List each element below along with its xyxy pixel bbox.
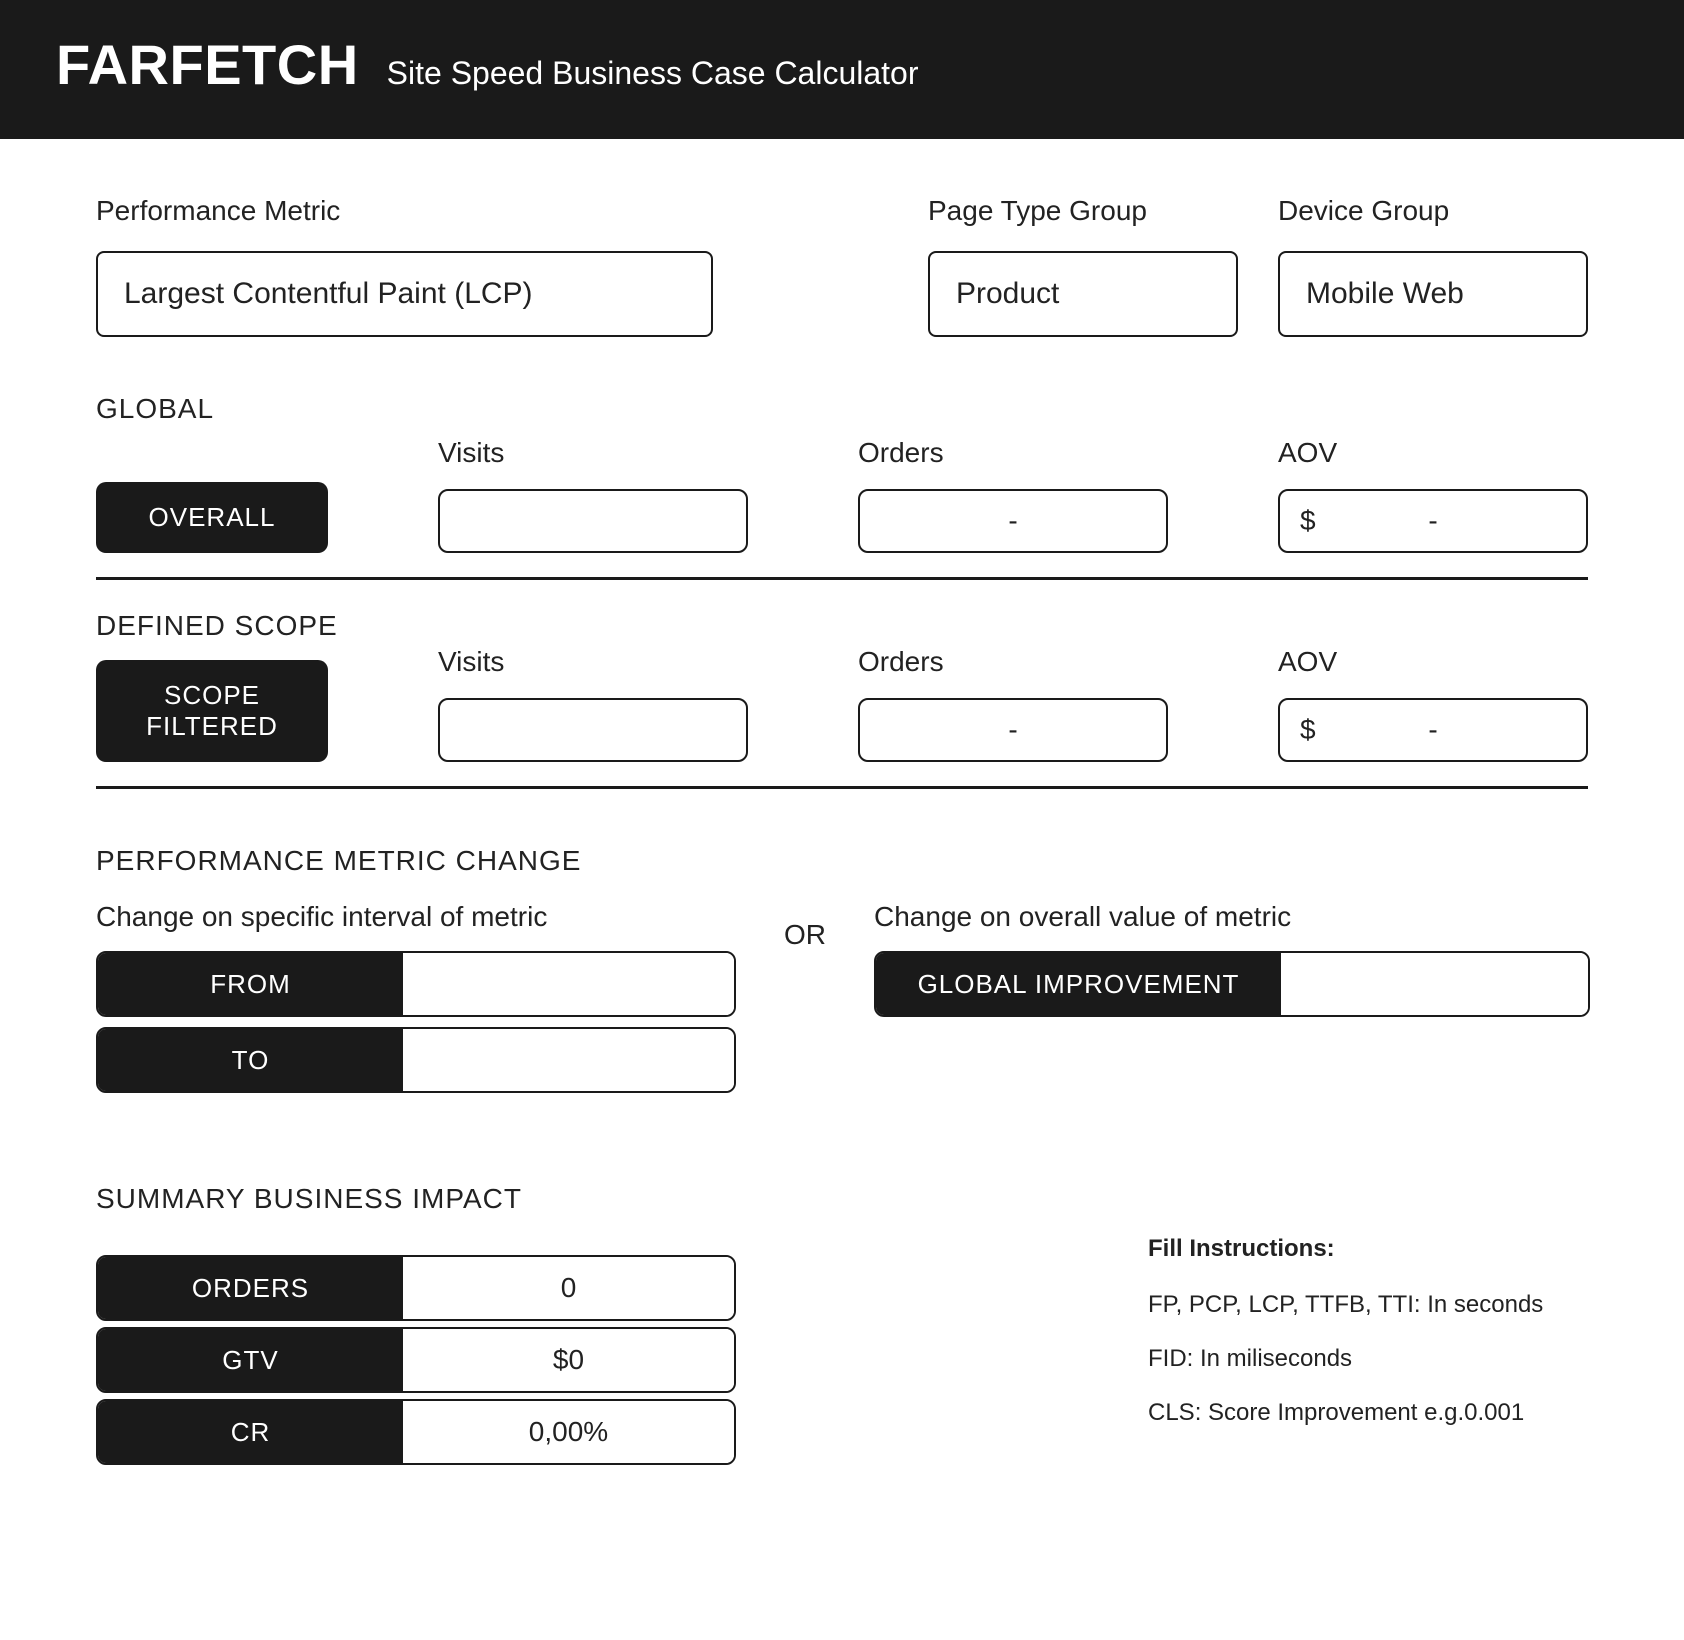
global-improvement-pair: GLOBAL IMPROVEMENT bbox=[874, 951, 1590, 1017]
performance-metric-label: Performance Metric bbox=[96, 195, 713, 227]
or-separator: OR bbox=[784, 919, 826, 951]
divider bbox=[96, 786, 1588, 789]
global-visits-col: Visits bbox=[438, 437, 748, 553]
instructions-panel: Fill Instructions: FP, PCP, LCP, TTFB, T… bbox=[1148, 1235, 1588, 1453]
instructions-title: Fill Instructions: bbox=[1148, 1235, 1588, 1263]
change-interval-col: Change on specific interval of metric FR… bbox=[96, 901, 736, 1093]
change-interval-label: Change on specific interval of metric bbox=[96, 901, 736, 933]
summary-orders-label: ORDERS bbox=[98, 1257, 403, 1319]
scope-orders-value: - bbox=[858, 698, 1168, 762]
dollar-prefix: $ bbox=[1300, 714, 1316, 746]
app-header: FARFETCH Site Speed Business Case Calcul… bbox=[0, 0, 1684, 139]
instructions-line-1: FP, PCP, LCP, TTFB, TTI: In seconds bbox=[1148, 1291, 1588, 1319]
page-type-group-label: Page Type Group bbox=[928, 195, 1238, 227]
to-label: TO bbox=[98, 1029, 403, 1091]
summary-cr-value: 0,00% bbox=[403, 1401, 734, 1463]
summary-left: SUMMARY BUSINESS IMPACT ORDERS 0 GTV $0 … bbox=[96, 1183, 736, 1465]
divider bbox=[96, 577, 1588, 580]
page-title: Site Speed Business Case Calculator bbox=[387, 55, 919, 92]
summary-orders-row: ORDERS 0 bbox=[96, 1255, 736, 1321]
performance-metric-field: Performance Metric Largest Contentful Pa… bbox=[96, 195, 713, 337]
from-label: FROM bbox=[98, 953, 403, 1015]
global-visits-label: Visits bbox=[438, 437, 748, 469]
logo: FARFETCH bbox=[56, 32, 359, 97]
scope-aov-text: - bbox=[1428, 714, 1437, 746]
change-overall-col: Change on overall value of metric GLOBAL… bbox=[874, 901, 1590, 1017]
from-input-pair: FROM bbox=[96, 951, 736, 1017]
global-orders-value: - bbox=[858, 489, 1168, 553]
scope-metrics-row: SCOPE FILTERED Visits Orders - AOV $ - bbox=[96, 646, 1588, 762]
global-orders-col: Orders - bbox=[858, 437, 1168, 553]
scope-orders-col: Orders - bbox=[858, 646, 1168, 762]
from-to-stack: FROM TO bbox=[96, 951, 736, 1093]
global-aov-value: $ - bbox=[1278, 489, 1588, 553]
summary-gtv-row: GTV $0 bbox=[96, 1327, 736, 1393]
summary-cr-label: CR bbox=[98, 1401, 403, 1463]
change-section: PERFORMANCE METRIC CHANGE Change on spec… bbox=[96, 845, 1588, 1093]
page-type-group-field: Page Type Group Product bbox=[928, 195, 1238, 337]
overall-pill: OVERALL bbox=[96, 482, 328, 553]
scope-section-title: DEFINED SCOPE bbox=[96, 610, 1588, 642]
global-aov-text: - bbox=[1428, 505, 1437, 537]
to-input[interactable] bbox=[403, 1029, 734, 1091]
scope-visits-label: Visits bbox=[438, 646, 748, 678]
summary-gtv-label: GTV bbox=[98, 1329, 403, 1391]
scope-aov-value: $ - bbox=[1278, 698, 1588, 762]
scope-orders-label: Orders bbox=[858, 646, 1168, 678]
summary-section: SUMMARY BUSINESS IMPACT ORDERS 0 GTV $0 … bbox=[96, 1183, 1588, 1465]
from-input[interactable] bbox=[403, 953, 734, 1015]
instructions-line-2: FID: In miliseconds bbox=[1148, 1345, 1588, 1373]
global-section-title: GLOBAL bbox=[96, 393, 1588, 425]
global-aov-label: AOV bbox=[1278, 437, 1588, 469]
scope-visits-input[interactable] bbox=[438, 698, 748, 762]
to-input-pair: TO bbox=[96, 1027, 736, 1093]
main-content: Performance Metric Largest Contentful Pa… bbox=[0, 139, 1684, 1545]
change-columns: Change on specific interval of metric FR… bbox=[96, 901, 1588, 1093]
global-metrics-row: OVERALL Visits Orders - AOV $ - bbox=[96, 437, 1588, 553]
change-overall-label: Change on overall value of metric bbox=[874, 901, 1590, 933]
global-improvement-input[interactable] bbox=[1281, 953, 1588, 1015]
scope-aov-label: AOV bbox=[1278, 646, 1588, 678]
summary-gtv-value: $0 bbox=[403, 1329, 734, 1391]
filter-row: Performance Metric Largest Contentful Pa… bbox=[96, 195, 1588, 337]
global-orders-label: Orders bbox=[858, 437, 1168, 469]
change-section-title: PERFORMANCE METRIC CHANGE bbox=[96, 845, 1588, 877]
page-type-group-select[interactable]: Product bbox=[928, 251, 1238, 337]
device-group-field: Device Group Mobile Web bbox=[1278, 195, 1588, 337]
summary-section-title: SUMMARY BUSINESS IMPACT bbox=[96, 1183, 736, 1215]
device-group-label: Device Group bbox=[1278, 195, 1588, 227]
scope-filtered-pill: SCOPE FILTERED bbox=[96, 660, 328, 762]
global-visits-input[interactable] bbox=[438, 489, 748, 553]
performance-metric-select[interactable]: Largest Contentful Paint (LCP) bbox=[96, 251, 713, 337]
summary-cr-row: CR 0,00% bbox=[96, 1399, 736, 1465]
scope-visits-col: Visits bbox=[438, 646, 748, 762]
dollar-prefix: $ bbox=[1300, 505, 1316, 537]
summary-orders-value: 0 bbox=[403, 1257, 734, 1319]
summary-stack: ORDERS 0 GTV $0 CR 0,00% bbox=[96, 1255, 736, 1465]
global-aov-col: AOV $ - bbox=[1278, 437, 1588, 553]
scope-aov-col: AOV $ - bbox=[1278, 646, 1588, 762]
instructions-line-3: CLS: Score Improvement e.g.0.001 bbox=[1148, 1399, 1588, 1427]
device-group-select[interactable]: Mobile Web bbox=[1278, 251, 1588, 337]
global-improvement-label: GLOBAL IMPROVEMENT bbox=[876, 953, 1281, 1015]
